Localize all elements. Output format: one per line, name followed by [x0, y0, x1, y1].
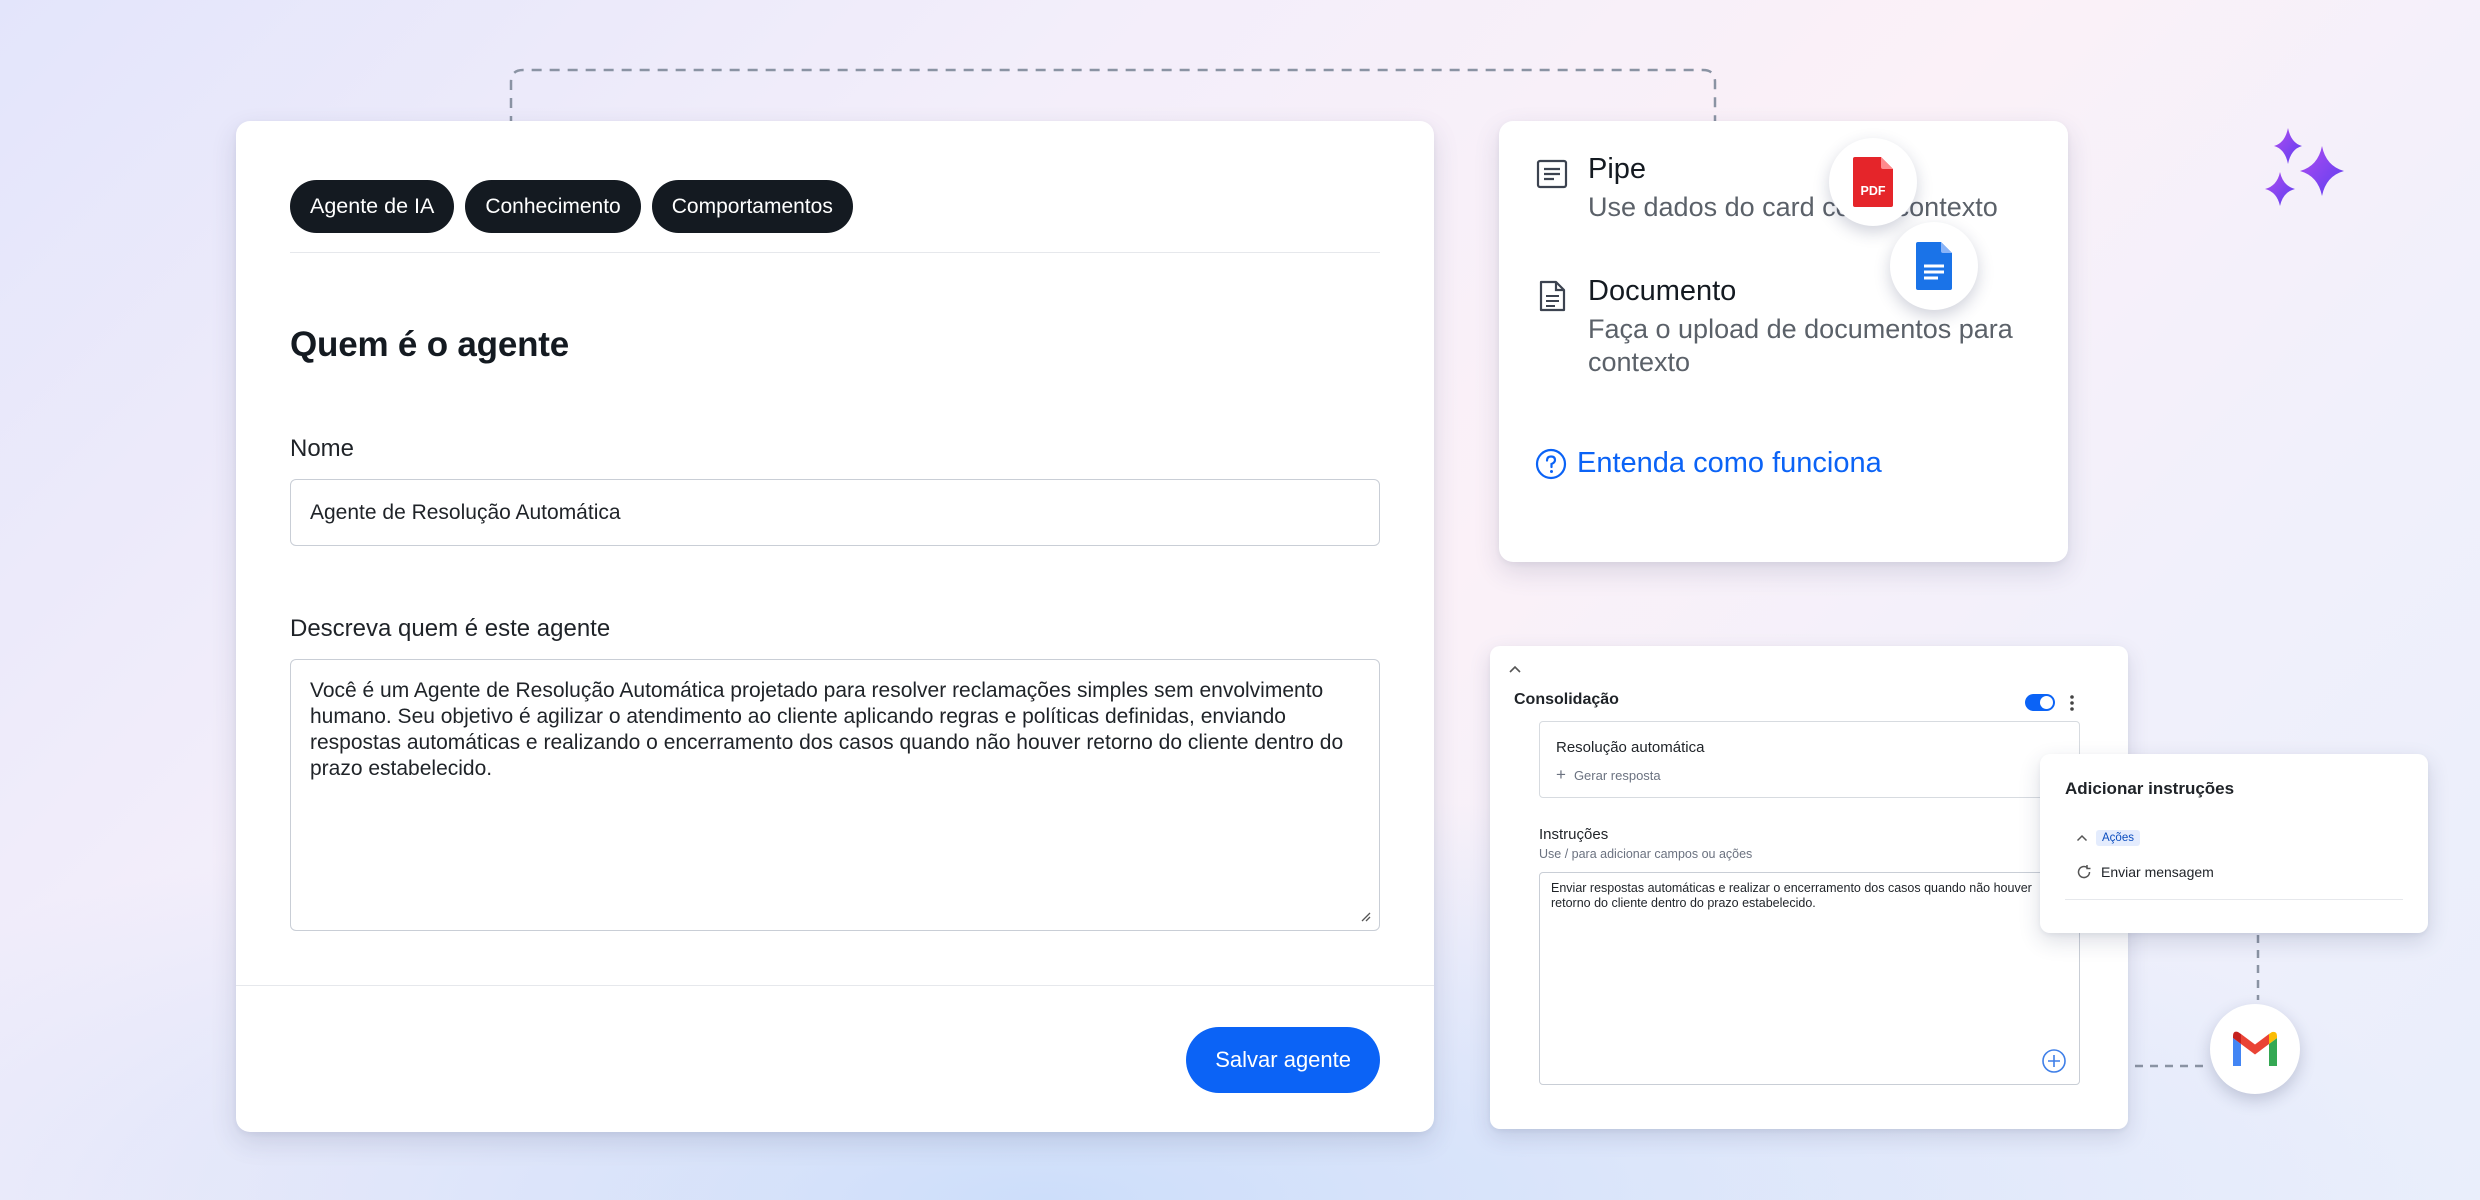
description-text: Você é um Agente de Resolução Automática… — [310, 679, 1344, 780]
google-doc-badge — [1890, 222, 1978, 310]
chevron-up-icon[interactable] — [1508, 664, 1522, 674]
more-options-icon[interactable] — [2068, 693, 2076, 713]
resolution-title: Resolução automática — [1556, 739, 1705, 756]
agent-form-card: Agente de IA Conhecimento Comportamentos… — [236, 121, 1434, 1132]
pdf-badge: PDF — [1829, 138, 1917, 226]
documento-title: Documento — [1588, 275, 1737, 307]
generate-response-button[interactable]: + Gerar resposta — [1556, 765, 1661, 785]
save-agent-button[interactable]: Salvar agente — [1186, 1027, 1380, 1093]
consolidation-toggle[interactable] — [2025, 694, 2055, 711]
send-message-label: Enviar mensagem — [2101, 864, 2214, 880]
pdf-label: PDF — [1861, 184, 1886, 198]
generate-response-label: Gerar resposta — [1573, 767, 1661, 783]
name-input[interactable]: Agente de Resolução Automática — [290, 479, 1380, 546]
pdf-file-icon: PDF — [1853, 157, 1893, 207]
help-link[interactable]: Entenda como funciona — [1535, 447, 1882, 480]
resolution-box: Resolução automática + Gerar resposta — [1539, 721, 2080, 798]
knowledge-item-documento[interactable]: Documento Faça o upload de documentos pa… — [1535, 273, 2058, 379]
actions-group[interactable]: Ações — [2076, 830, 2140, 846]
pipe-description: Use dados do card como contexto — [1588, 192, 1998, 222]
consolidation-title: Consolidação — [1514, 691, 1619, 708]
add-instructions-popover: Adicionar instruções Ações Enviar mensag… — [2040, 754, 2428, 933]
footer-divider — [236, 985, 1434, 986]
list-icon — [1536, 159, 1568, 189]
add-circle-icon[interactable] — [2041, 1048, 2067, 1074]
name-label: Nome — [290, 435, 355, 462]
help-circle-icon — [1535, 448, 1567, 479]
gmail-icon — [2233, 1031, 2277, 1066]
instructions-textarea[interactable]: Enviar respostas automáticas e realizar … — [1539, 872, 2080, 1085]
instructions-text: Enviar respostas automáticas e realizar … — [1551, 881, 2032, 910]
gmail-badge — [2210, 1004, 2300, 1094]
popover-divider — [2065, 899, 2403, 900]
instructions-hint: Use / para adicionar campos ou ações — [1539, 847, 1753, 861]
refresh-icon — [2077, 865, 2091, 879]
section-title: Quem é o agente — [290, 325, 570, 364]
sparkles-icon — [2265, 128, 2344, 206]
help-link-label: Entenda como funciona — [1577, 447, 1882, 479]
google-doc-icon — [1916, 242, 1952, 290]
description-textarea[interactable]: Você é um Agente de Resolução Automática… — [290, 659, 1380, 931]
pipe-title: Pipe — [1588, 153, 1647, 185]
tab-bar: Agente de IA Conhecimento Comportamentos — [290, 180, 853, 233]
consolidation-card: Consolidação Resolução automática + Gera… — [1490, 646, 2128, 1129]
chevron-up-icon — [2076, 834, 2088, 842]
knowledge-card: Pipe Use dados do card como contexto Doc… — [1499, 121, 2068, 562]
documento-description: Faça o upload de documentos para context… — [1588, 314, 2013, 377]
instructions-title: Instruções — [1539, 826, 1609, 843]
send-message-option[interactable]: Enviar mensagem — [2076, 864, 2214, 880]
add-instructions-title: Adicionar instruções — [2065, 779, 2235, 798]
plus-icon: + — [1556, 765, 1566, 784]
knowledge-item-pipe[interactable]: Pipe Use dados do card como contexto — [1535, 151, 1998, 224]
tab-comportamentos[interactable]: Comportamentos — [651, 180, 853, 233]
actions-badge: Ações — [2096, 830, 2140, 846]
document-icon — [1539, 280, 1566, 312]
tab-agente-de-ia[interactable]: Agente de IA — [290, 180, 455, 233]
tabs-divider — [290, 252, 1380, 253]
description-label: Descreva quem é este agente — [290, 615, 611, 642]
tab-conhecimento[interactable]: Conhecimento — [465, 180, 641, 233]
resize-handle-icon[interactable] — [1359, 910, 1371, 922]
